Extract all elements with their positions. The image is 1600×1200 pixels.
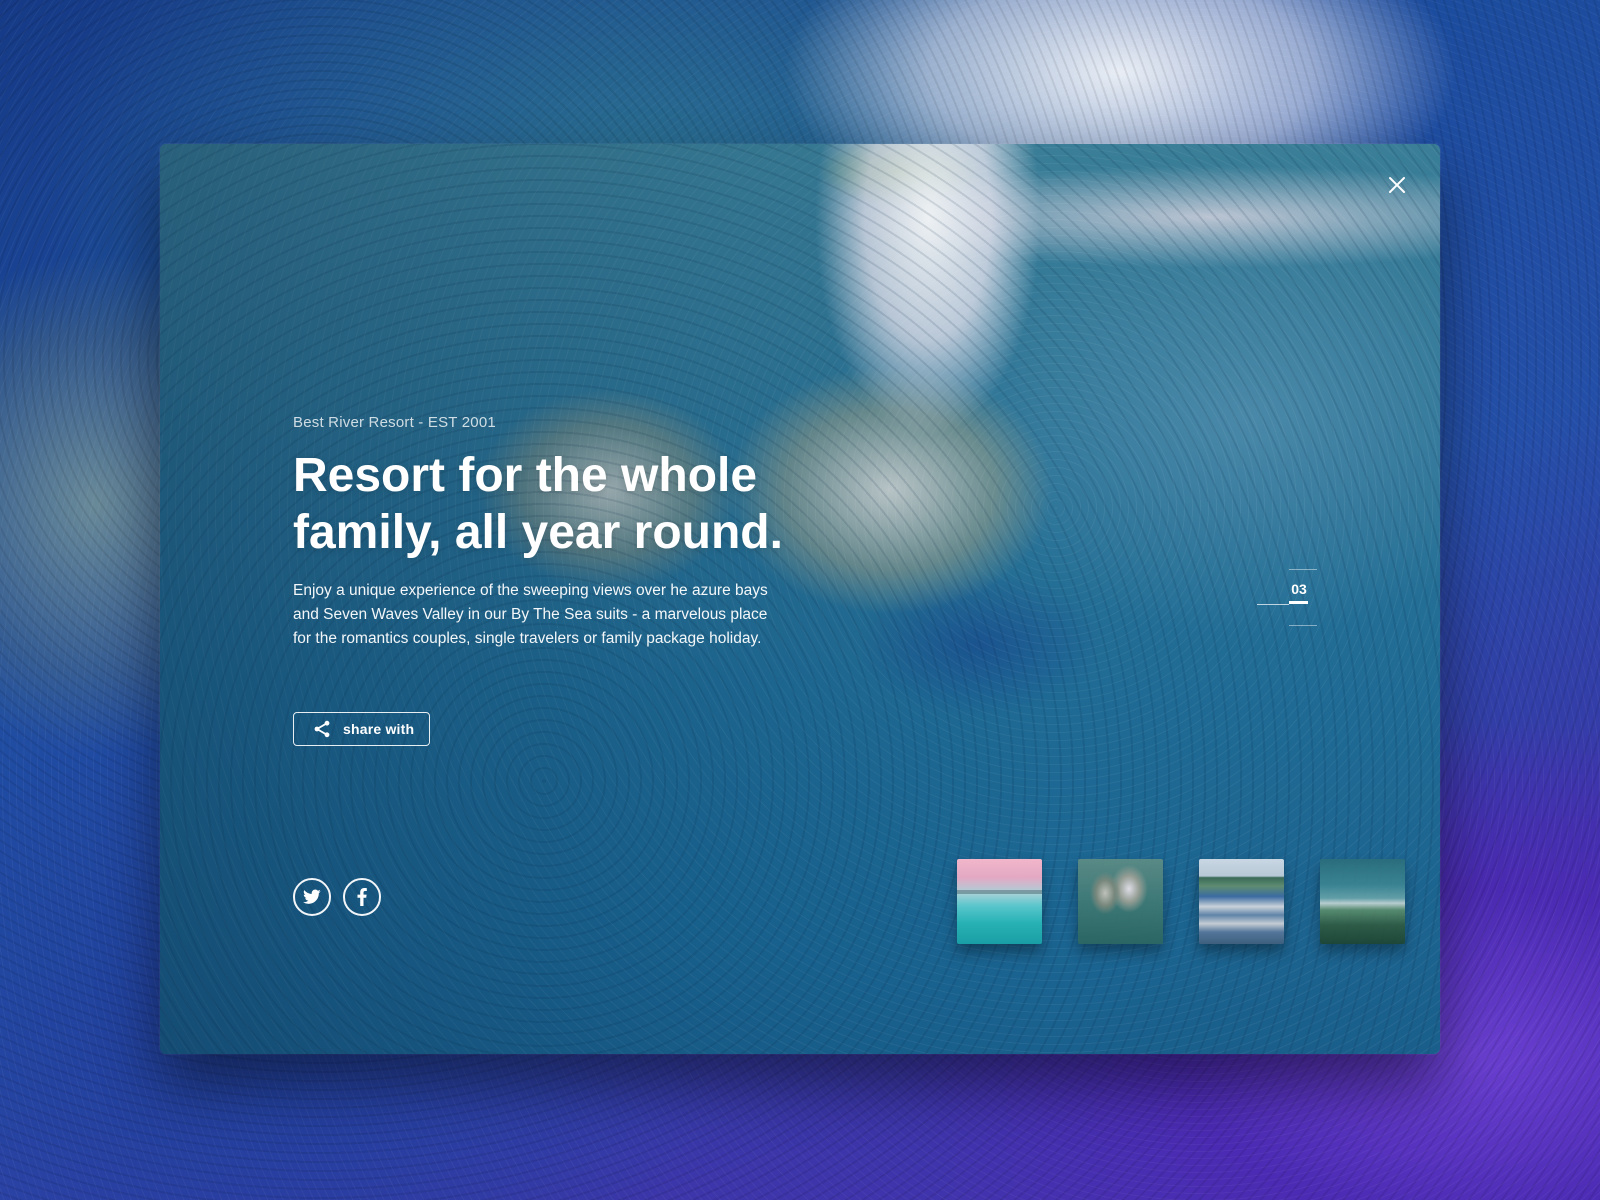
slide-line-next[interactable] <box>1289 625 1317 626</box>
page-title: Resort for the whole family, all year ro… <box>293 447 913 561</box>
slide-line-guide <box>1257 604 1289 605</box>
social-links <box>293 878 381 916</box>
description-line: for the romantics couples, single travel… <box>293 630 762 647</box>
title-line: Resort for the whole <box>293 449 758 502</box>
description-line: and Seven Waves Valley in our By The Sea… <box>293 606 768 623</box>
thumbnail-infinity-pool[interactable] <box>957 859 1042 944</box>
thumbnail-strip <box>957 859 1405 944</box>
resort-description: Enjoy a unique experience of the sweepin… <box>293 579 913 651</box>
share-button[interactable]: share with <box>293 712 430 746</box>
description-line: Enjoy a unique experience of the sweepin… <box>293 582 768 599</box>
thumbnail-beach[interactable] <box>1320 859 1405 944</box>
resort-eyebrow: Best River Resort - EST 2001 <box>293 414 496 431</box>
share-icon <box>314 720 330 738</box>
title-line: family, all year round. <box>293 506 783 559</box>
thumbnail-marina[interactable] <box>1199 859 1284 944</box>
twitter-button[interactable] <box>293 878 331 916</box>
slide-line-previous[interactable] <box>1289 569 1317 570</box>
thumbnail-rock-island[interactable] <box>1078 859 1163 944</box>
close-icon <box>1389 177 1405 193</box>
slide-active-bar <box>1289 601 1308 604</box>
hero-content: Best River Resort - EST 2001 Resort for … <box>293 414 913 651</box>
slide-indicator[interactable]: 03 <box>1257 569 1317 637</box>
facebook-icon <box>357 888 367 906</box>
facebook-button[interactable] <box>343 878 381 916</box>
slide-number: 03 <box>1291 581 1307 597</box>
share-button-label: share with <box>343 721 415 737</box>
twitter-icon <box>303 889 321 904</box>
resort-modal: Best River Resort - EST 2001 Resort for … <box>160 144 1440 1054</box>
close-button[interactable] <box>1384 172 1410 198</box>
